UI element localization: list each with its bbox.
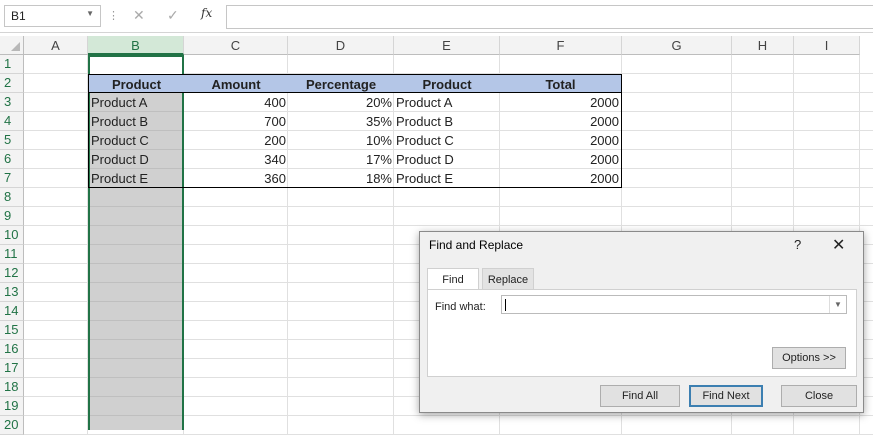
table-cell[interactable]: 2000 [500,131,622,150]
table-cell[interactable]: 2000 [500,93,622,112]
row-header-15[interactable]: 15 [0,321,24,340]
text-caret [505,299,506,311]
find-replace-dialog: Find and Replace ? ✕ Find Replace Find w… [419,231,864,413]
table-cell[interactable]: 35% [288,112,394,131]
table-cell[interactable]: Product E [88,169,184,188]
table-cell[interactable]: Product D [394,150,500,169]
table-cell[interactable]: Product D [88,150,184,169]
column-header-e[interactable]: E [394,36,500,55]
table-cell[interactable]: Product B [88,112,184,131]
table-cell[interactable]: Product C [394,131,500,150]
name-box[interactable]: B1 ▼ [4,5,101,27]
row-header-17[interactable]: 17 [0,359,24,378]
find-panel: Find what: ▼ Options >> [427,289,857,377]
chevron-down-icon[interactable]: ▼ [86,9,94,18]
find-what-input[interactable]: ▼ [501,295,847,314]
table-cell[interactable]: 10% [288,131,394,150]
row-header-13[interactable]: 13 [0,283,24,302]
options-button[interactable]: Options >> [772,347,846,369]
formula-bar: B1 ▼ ⋮ ✕ ✓ fx [0,0,873,33]
close-icon[interactable]: ✕ [832,235,845,255]
table-cell[interactable]: Product C [88,131,184,150]
active-cell-b1[interactable] [88,55,184,74]
table-cell[interactable]: 2000 [500,169,622,188]
close-icon[interactable]: ✕ [133,7,145,24]
find-next-button[interactable]: Find Next [689,385,763,407]
fx-icon[interactable]: fx [201,6,212,20]
column-header-c[interactable]: C [184,36,288,55]
column-header-i[interactable]: I [794,36,860,55]
column-header-h[interactable]: H [732,36,794,55]
table-header-cell[interactable]: Amount [184,74,288,93]
table-header-cell[interactable]: Percentage [288,74,394,93]
row-header-1[interactable]: 1 [0,55,24,74]
table-header-cell[interactable]: Total [500,74,622,93]
row-header-6[interactable]: 6 [0,150,24,169]
chevron-down-icon[interactable]: ▼ [829,296,846,313]
table-cell[interactable]: 2000 [500,150,622,169]
table-cell[interactable]: 17% [288,150,394,169]
row-header-10[interactable]: 10 [0,226,24,245]
column-header-g[interactable]: G [622,36,732,55]
row-header-2[interactable]: 2 [0,74,24,93]
table-cell[interactable]: Product B [394,112,500,131]
table-cell[interactable]: 18% [288,169,394,188]
tab-find[interactable]: Find [427,268,479,290]
row-header-19[interactable]: 19 [0,397,24,416]
name-box-value: B1 [11,9,26,23]
table-cell[interactable]: Product A [394,93,500,112]
row-header-16[interactable]: 16 [0,340,24,359]
table-cell[interactable]: Product A [88,93,184,112]
check-icon[interactable]: ✓ [167,7,179,24]
column-header-d[interactable]: D [288,36,394,55]
row-header-7[interactable]: 7 [0,169,24,188]
column-header-a[interactable]: A [24,36,88,55]
help-icon[interactable]: ? [794,237,801,252]
table-cell[interactable]: 700 [184,112,288,131]
table-header-cell[interactable]: Product [88,74,184,93]
column-header-b[interactable]: B [88,36,184,55]
row-header-20[interactable]: 20 [0,416,24,435]
table-cell[interactable]: 340 [184,150,288,169]
close-button[interactable]: Close [781,385,857,407]
row-header-9[interactable]: 9 [0,207,24,226]
table-cell[interactable]: 20% [288,93,394,112]
row-header-4[interactable]: 4 [0,112,24,131]
row-header-5[interactable]: 5 [0,131,24,150]
row-header-18[interactable]: 18 [0,378,24,397]
dialog-title: Find and Replace [429,238,524,252]
column-header-f[interactable]: F [500,36,622,55]
separator-icon: ⋮ [108,10,119,22]
table-header-cell[interactable]: Product [394,74,500,93]
row-header-8[interactable]: 8 [0,188,24,207]
row-header-3[interactable]: 3 [0,93,24,112]
find-what-label: Find what: [435,301,486,313]
table-cell[interactable]: 2000 [500,112,622,131]
formula-input[interactable] [226,5,873,29]
table-cell[interactable]: 360 [184,169,288,188]
find-all-button[interactable]: Find All [600,385,680,407]
tab-replace[interactable]: Replace [482,268,534,290]
row-header-11[interactable]: 11 [0,245,24,264]
table-cell[interactable]: Product E [394,169,500,188]
select-all-corner[interactable] [0,36,24,55]
table-cell[interactable]: 400 [184,93,288,112]
row-header-12[interactable]: 12 [0,264,24,283]
table-cell[interactable]: 200 [184,131,288,150]
row-header-14[interactable]: 14 [0,302,24,321]
